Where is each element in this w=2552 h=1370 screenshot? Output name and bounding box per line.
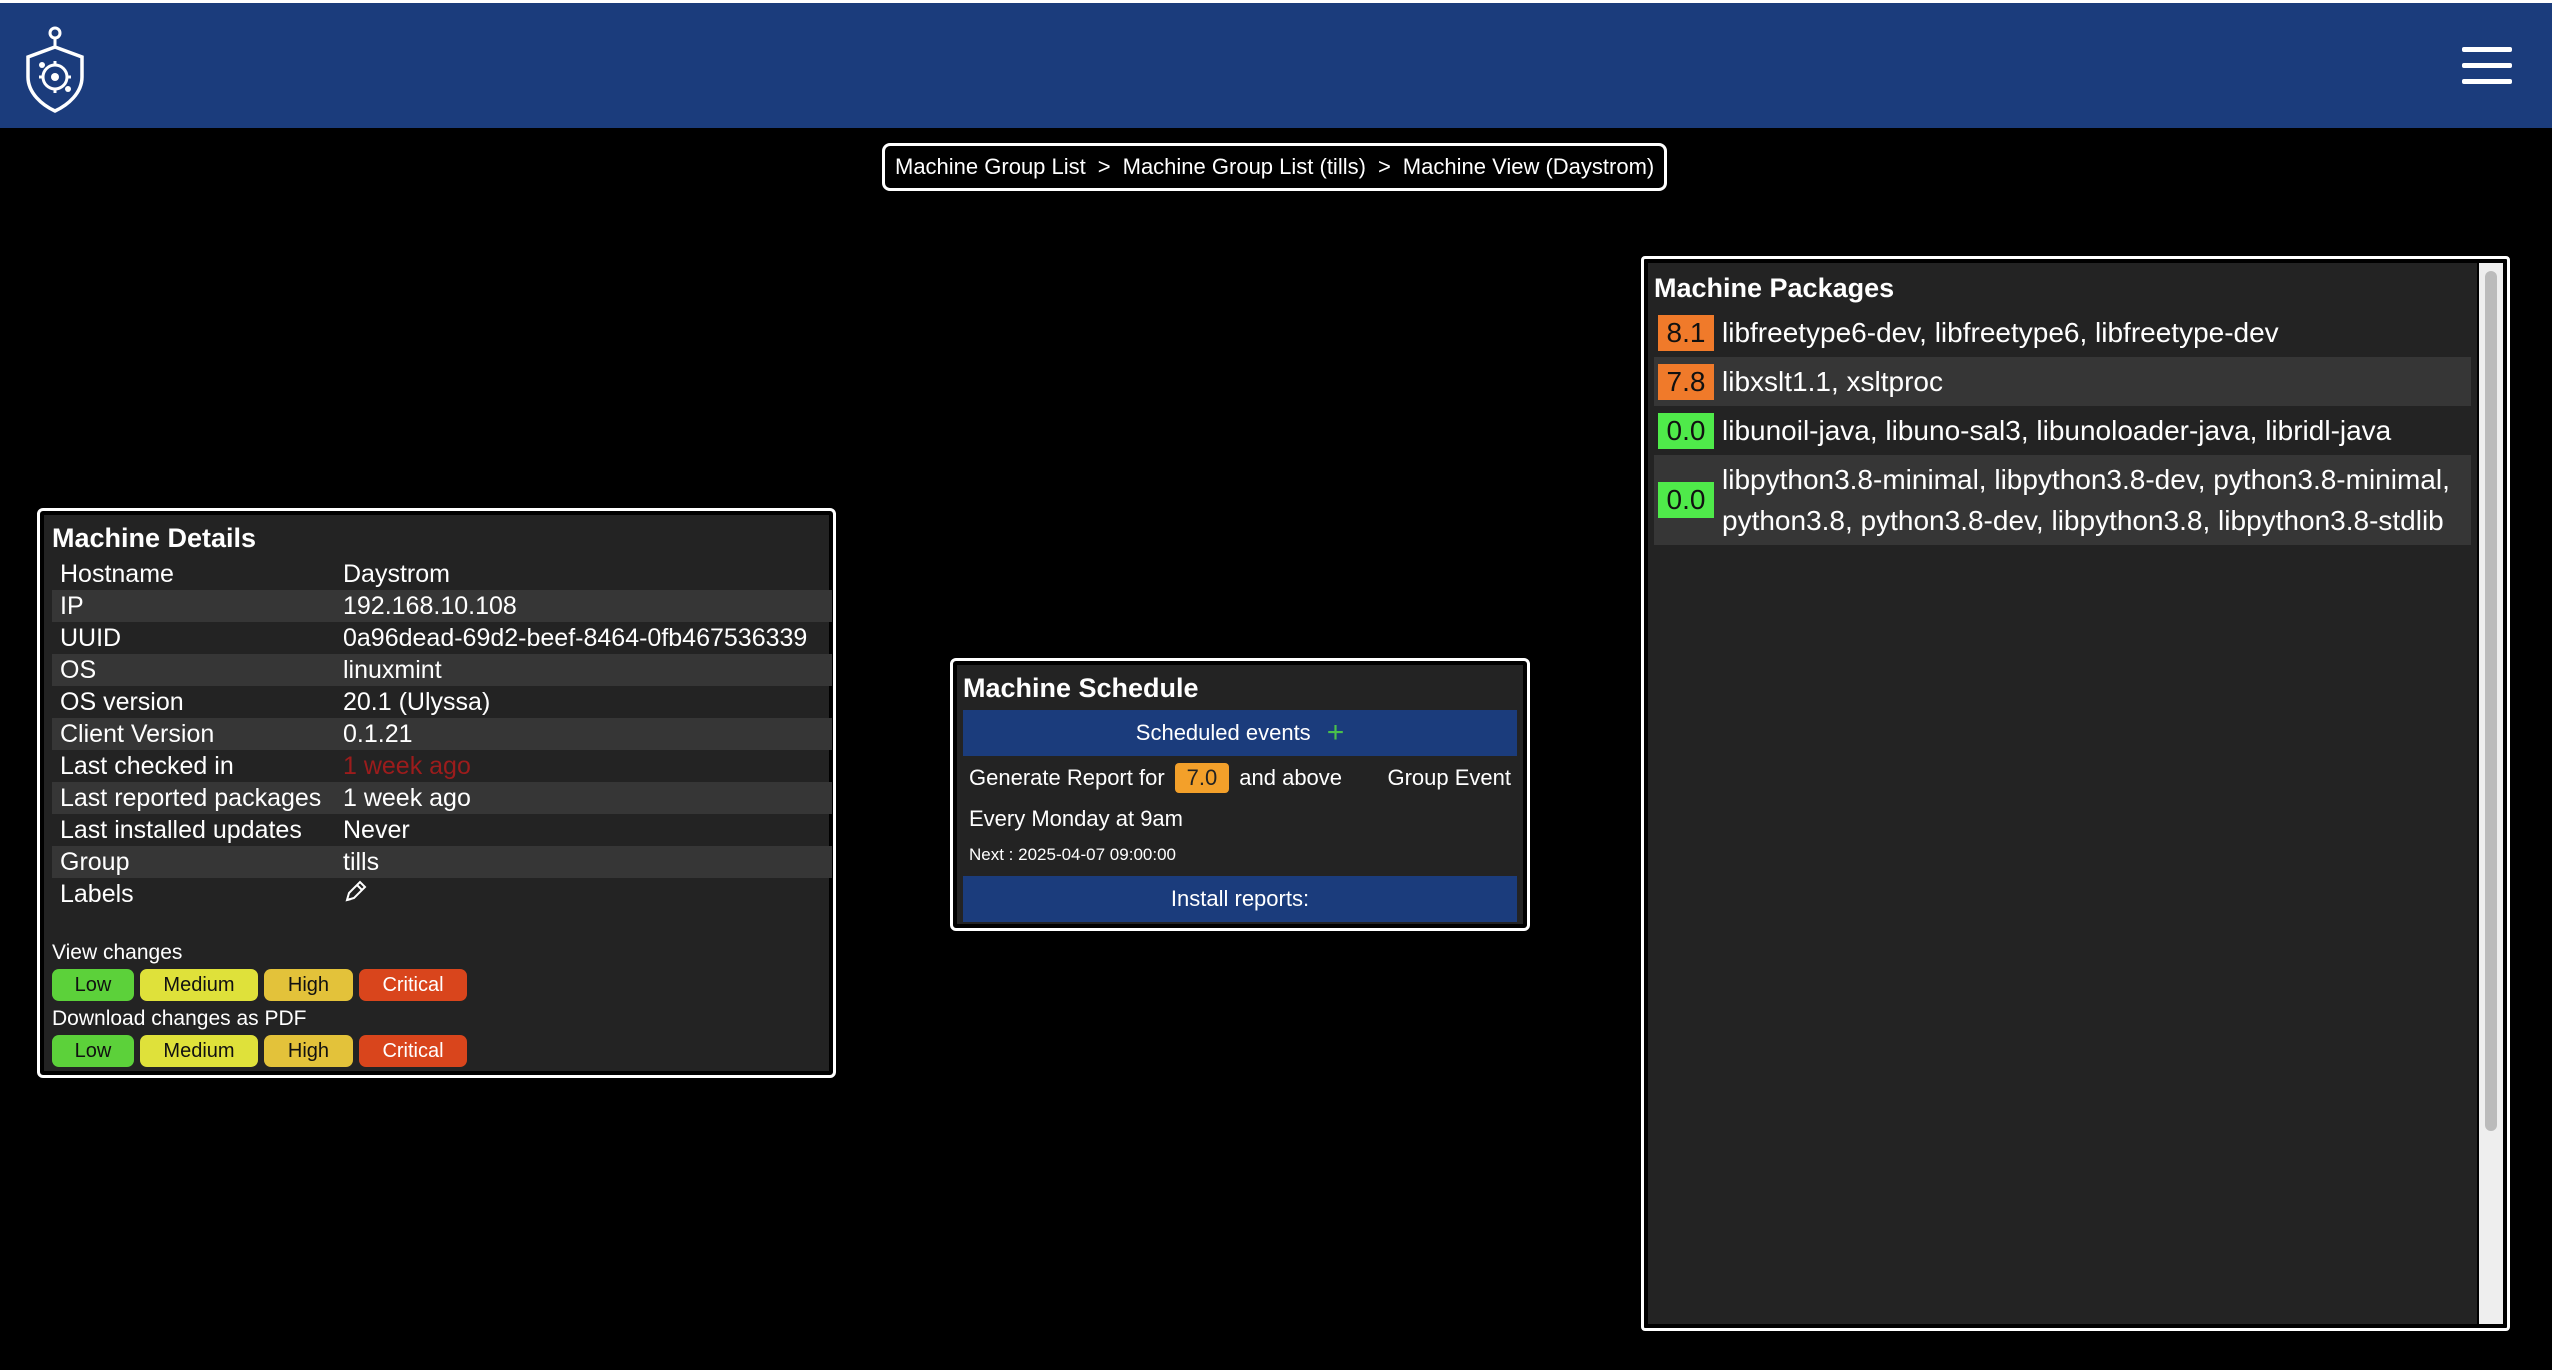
details-key: IP (52, 590, 335, 622)
package-names: libxslt1.1, xsltproc (1722, 366, 1943, 397)
scheduled-events-bar: Scheduled events + (963, 710, 1517, 756)
package-row[interactable]: 0.0 libunoil-java, libuno-sal3, libunolo… (1654, 406, 2471, 455)
machine-details-title: Machine Details (52, 523, 257, 553)
download-critical-button[interactable]: Critical (359, 1035, 467, 1067)
recurrence-text: Every Monday at 9am (969, 806, 1183, 831)
pencil-edit-icon[interactable] (343, 878, 369, 904)
machine-packages-title: Machine Packages (1654, 273, 1895, 303)
details-value-stale: 1 week ago (343, 751, 471, 780)
view-high-button[interactable]: High (264, 969, 353, 1001)
details-key: Hostname (60, 559, 174, 588)
package-list: 8.1 libfreetype6-dev, libfreetype6, libf… (1654, 308, 2471, 545)
details-row-last-installed-updates: Last installed updates Never (52, 814, 832, 846)
machine-details-table: Hostname Daystrom IP 192.168.10.108 UUID… (52, 558, 832, 911)
next-run-text: Next : 2025-04-07 09:00:00 (969, 845, 1176, 864)
download-pdf-label: Download changes as PDF (52, 1007, 307, 1030)
hamburger-menu-icon[interactable] (2462, 47, 2512, 87)
download-medium-button[interactable]: Medium (140, 1035, 258, 1067)
view-low-button[interactable]: Low (52, 969, 134, 1001)
threshold-badge: 7.0 (1174, 763, 1230, 793)
view-medium-button[interactable]: Medium (140, 969, 258, 1001)
package-names: libunoil-java, libuno-sal3, libunoloader… (1722, 415, 2392, 446)
details-key: OS (52, 654, 335, 686)
view-changes-buttons: Low Medium High Critical (52, 969, 821, 1001)
scrollbar-thumb[interactable] (2485, 271, 2497, 1131)
details-value: 0a96dead-69d2-beef-8464-0fb467536339 (343, 623, 808, 652)
packages-scrollbar[interactable] (2479, 263, 2503, 1324)
details-value: 1 week ago (335, 782, 832, 814)
breadcrumb-separator: > (1097, 154, 1111, 179)
score-badge: 0.0 (1658, 412, 1714, 449)
breadcrumb-separator: > (1377, 154, 1391, 179)
details-row-group: Group tills (52, 846, 832, 878)
details-row-last-checked-in: Last checked in 1 week ago (52, 750, 832, 782)
details-value: tills (335, 846, 832, 878)
details-row-hostname: Hostname Daystrom (52, 558, 832, 590)
details-row-os-version: OS version 20.1 (Ulyssa) (52, 686, 832, 718)
breadcrumb: Machine Group List > Machine Group List … (882, 143, 1668, 191)
details-value: Daystrom (343, 559, 450, 588)
details-value: Never (343, 815, 410, 844)
event-type-label: Group Event (1387, 765, 1511, 790)
details-row-os: OS linuxmint (52, 654, 832, 686)
details-key: Last installed updates (60, 815, 302, 844)
plus-icon[interactable]: + (1327, 718, 1345, 748)
download-low-button[interactable]: Low (52, 1035, 134, 1067)
machine-packages-panel: Machine Packages 8.1 libfreetype6-dev, l… (1641, 256, 2510, 1331)
details-key: UUID (60, 623, 122, 652)
view-changes-label: View changes (52, 941, 183, 964)
details-row-last-reported-packages: Last reported packages 1 week ago (52, 782, 832, 814)
generate-report-prefix: Generate Report for (969, 765, 1165, 790)
package-names: libpython3.8-minimal, libpython3.8-dev, … (1722, 464, 2450, 536)
machine-details-panel: Machine Details Hostname Daystrom IP 192… (37, 508, 836, 1078)
shield-gear-icon[interactable] (20, 25, 90, 113)
scheduled-events-label: Scheduled events (1135, 720, 1311, 745)
details-value: linuxmint (335, 654, 832, 686)
package-row[interactable]: 0.0 libpython3.8-minimal, libpython3.8-d… (1654, 455, 2471, 545)
details-key: Group (52, 846, 335, 878)
details-row-labels: Labels (52, 878, 832, 911)
install-reports-button[interactable]: Install reports: (963, 876, 1517, 922)
top-nav-bar (0, 0, 2552, 128)
download-high-button[interactable]: High (264, 1035, 353, 1067)
score-badge: 8.1 (1658, 314, 1714, 351)
package-row[interactable]: 8.1 libfreetype6-dev, libfreetype6, libf… (1654, 308, 2471, 357)
score-badge: 0.0 (1658, 482, 1714, 518)
score-badge: 7.8 (1658, 363, 1714, 400)
breadcrumb-machine-group-list[interactable]: Machine Group List (895, 154, 1086, 180)
details-row-client-version: Client Version 0.1.21 (52, 718, 832, 750)
details-key: Client Version (52, 718, 335, 750)
package-names: libfreetype6-dev, libfreetype6, libfreet… (1722, 317, 2279, 348)
package-row[interactable]: 7.8 libxslt1.1, xsltproc (1654, 357, 2471, 406)
details-value: 0.1.21 (335, 718, 832, 750)
machine-schedule-panel: Machine Schedule Scheduled events + Gene… (950, 658, 1530, 931)
details-value: 20.1 (Ulyssa) (343, 687, 491, 716)
details-row-ip: IP 192.168.10.108 (52, 590, 832, 622)
details-key: Last checked in (60, 751, 234, 780)
generate-report-suffix: and above (1239, 765, 1343, 790)
download-pdf-buttons: Low Medium High Critical (52, 1035, 821, 1067)
view-critical-button[interactable]: Critical (359, 969, 467, 1001)
breadcrumb-machine-view[interactable]: Machine View (Daystrom) (1403, 154, 1654, 180)
details-value (335, 878, 832, 911)
details-value: 192.168.10.108 (335, 590, 832, 622)
breadcrumb-machine-group-tills[interactable]: Machine Group List (tills) (1123, 154, 1366, 180)
details-key: OS version (60, 687, 184, 716)
details-row-uuid: UUID 0a96dead-69d2-beef-8464-0fb46753633… (52, 622, 832, 654)
machine-schedule-title: Machine Schedule (963, 673, 1199, 703)
details-key: Last reported packages (52, 782, 335, 814)
schedule-event-row: Generate Report for 7.0 and above Group … (963, 756, 1517, 800)
details-key: Labels (60, 880, 134, 908)
